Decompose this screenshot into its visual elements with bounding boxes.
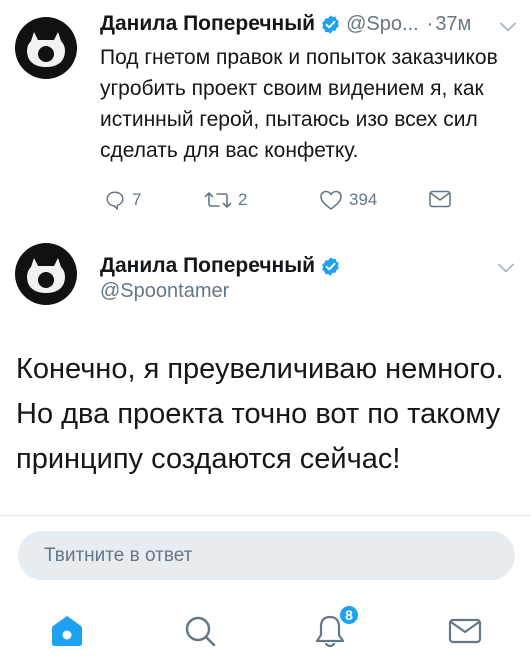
reply-composer[interactable]: Твитните в ответ: [18, 531, 515, 580]
tweet-actions: 7 2 394: [100, 189, 500, 215]
author-avatar[interactable]: [15, 243, 77, 305]
verified-badge-icon: [320, 14, 341, 35]
retweet-button[interactable]: 2: [204, 189, 247, 211]
chevron-down-icon[interactable]: [498, 263, 514, 273]
bottom-tab-bar: [0, 595, 531, 661]
reply-button[interactable]: 7: [104, 189, 141, 211]
mail-icon[interactable]: [445, 611, 485, 651]
search-icon[interactable]: [180, 611, 220, 651]
tweet-timestamp: 37м: [435, 12, 472, 35]
reply-input-placeholder[interactable]: Твитните в ответ: [44, 531, 192, 580]
author-name[interactable]: Данила Поперечный: [100, 254, 315, 278]
time-separator: ·: [426, 12, 434, 35]
tweet-1[interactable]: Данила Поперечный @Spo... · 37м Под гнет…: [0, 0, 531, 228]
chevron-down-icon[interactable]: [500, 22, 516, 32]
like-button[interactable]: 394: [319, 189, 377, 211]
author-handle: @Spo...: [346, 12, 419, 35]
heart-icon: [320, 190, 342, 210]
tweet-text: Конечно, я преувеличиваю немного. Но два…: [16, 353, 504, 475]
retweet-count: 2: [238, 190, 248, 209]
reply-icon: [106, 191, 124, 210]
reply-count: 7: [132, 190, 142, 209]
tweet-2-detail: Данила Поперечный @Spoontamer Конечно, я…: [0, 228, 531, 516]
author-handle: @Spoontamer: [100, 280, 230, 302]
verified-badge-icon: [320, 256, 341, 277]
tweet-header: Данила Поперечный: [100, 252, 341, 280]
tweet-text: Под гнетом правок и попыток заказчиков у…: [100, 46, 498, 162]
like-count: 394: [349, 190, 378, 209]
home-icon[interactable]: [47, 611, 87, 651]
envelope-icon: [429, 190, 451, 208]
author-avatar[interactable]: [15, 17, 77, 79]
divider: [0, 515, 531, 516]
notifications-badge: 8: [338, 604, 360, 626]
retweet-icon: [204, 192, 232, 208]
direct-message-button[interactable]: [428, 189, 458, 209]
tweet-header: Данила Поперечный @Spo... · 37м: [100, 9, 471, 39]
author-name[interactable]: Данила Поперечный: [100, 12, 315, 36]
